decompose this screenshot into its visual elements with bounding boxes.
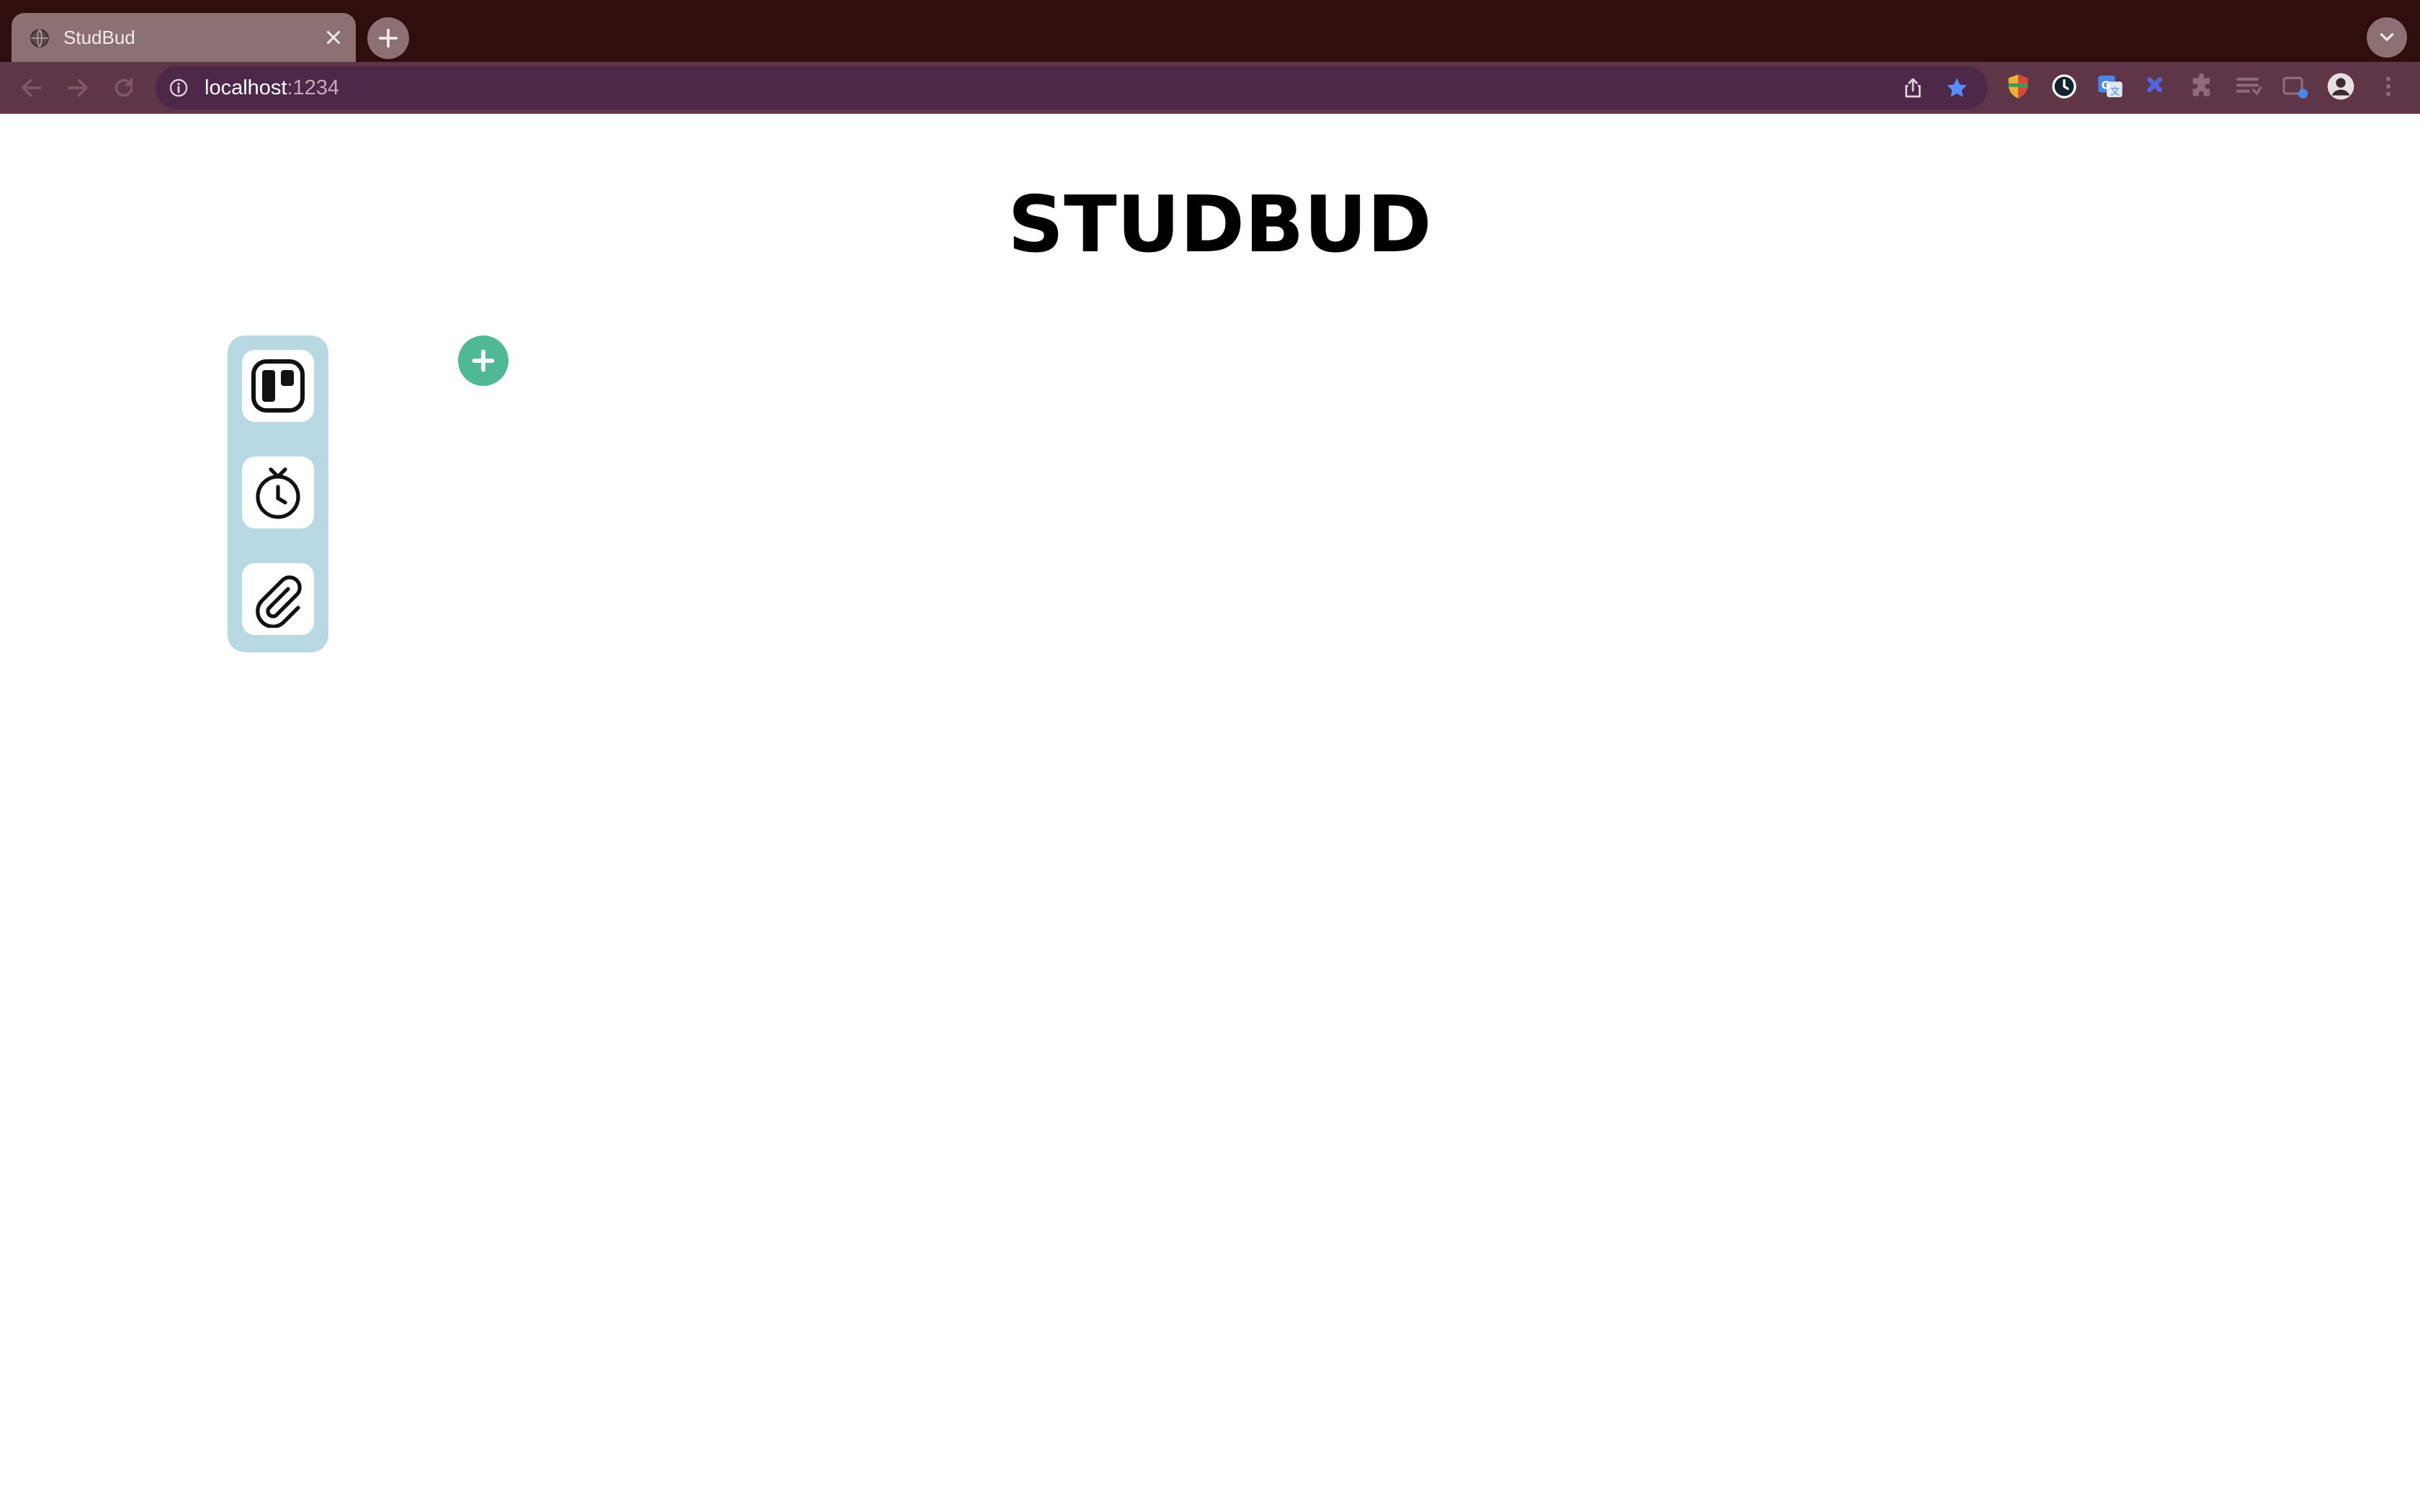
puzzle-blue-extension-icon[interactable] [2142,72,2171,101]
tab-search-button[interactable] [2367,17,2407,58]
star-icon[interactable] [1945,76,1969,100]
page-content: STUDBUD [0,114,2420,1512]
reading-list-icon[interactable] [2234,72,2263,101]
side-nav [228,336,328,652]
stopwatch-nav-button[interactable] [242,456,314,528]
new-tab-button[interactable] [367,17,409,59]
tab-manager-icon[interactable] [2280,72,2309,101]
shield-extension-icon[interactable] [2004,72,2033,101]
stopwatch-icon [249,464,307,521]
chevron-down-icon [2378,28,2396,47]
translate-extension-icon[interactable]: G文 [2096,72,2125,101]
svg-text:G: G [2102,78,2110,91]
close-icon[interactable] [323,27,344,48]
paperclip-icon [249,570,307,628]
add-button[interactable] [458,336,508,386]
app-title: STUDBUD [1008,180,1432,270]
clock-extension-icon[interactable] [2050,72,2079,101]
url-port: :1234 [287,76,340,99]
svg-text:文: 文 [2110,86,2120,98]
plus-icon [470,347,497,374]
globe-icon [29,27,50,49]
info-icon[interactable] [169,78,189,98]
forward-arrow-icon[interactable] [65,75,91,101]
kanban-icon [249,357,307,415]
tab-strip: StudBud [0,0,2420,62]
browser-chrome: StudBud localhost:1234 G 文 [0,0,2420,114]
puzzle-icon[interactable] [2188,72,2217,101]
back-arrow-icon[interactable] [19,75,45,101]
url-text[interactable]: localhost:1234 [205,76,339,100]
plus-icon [377,27,399,49]
address-bar[interactable]: localhost:1234 [156,66,1988,109]
share-icon[interactable] [1901,76,1924,99]
profile-icon[interactable] [2326,72,2355,101]
browser-tab-studbud[interactable]: StudBud [12,13,356,62]
tab-title: StudBud [63,27,135,48]
url-host: localhost [205,76,287,99]
kanban-board-nav-button[interactable] [242,350,314,422]
attachments-nav-button[interactable] [242,563,314,635]
menu-icon[interactable] [2375,72,2401,101]
reload-icon[interactable] [111,75,137,101]
